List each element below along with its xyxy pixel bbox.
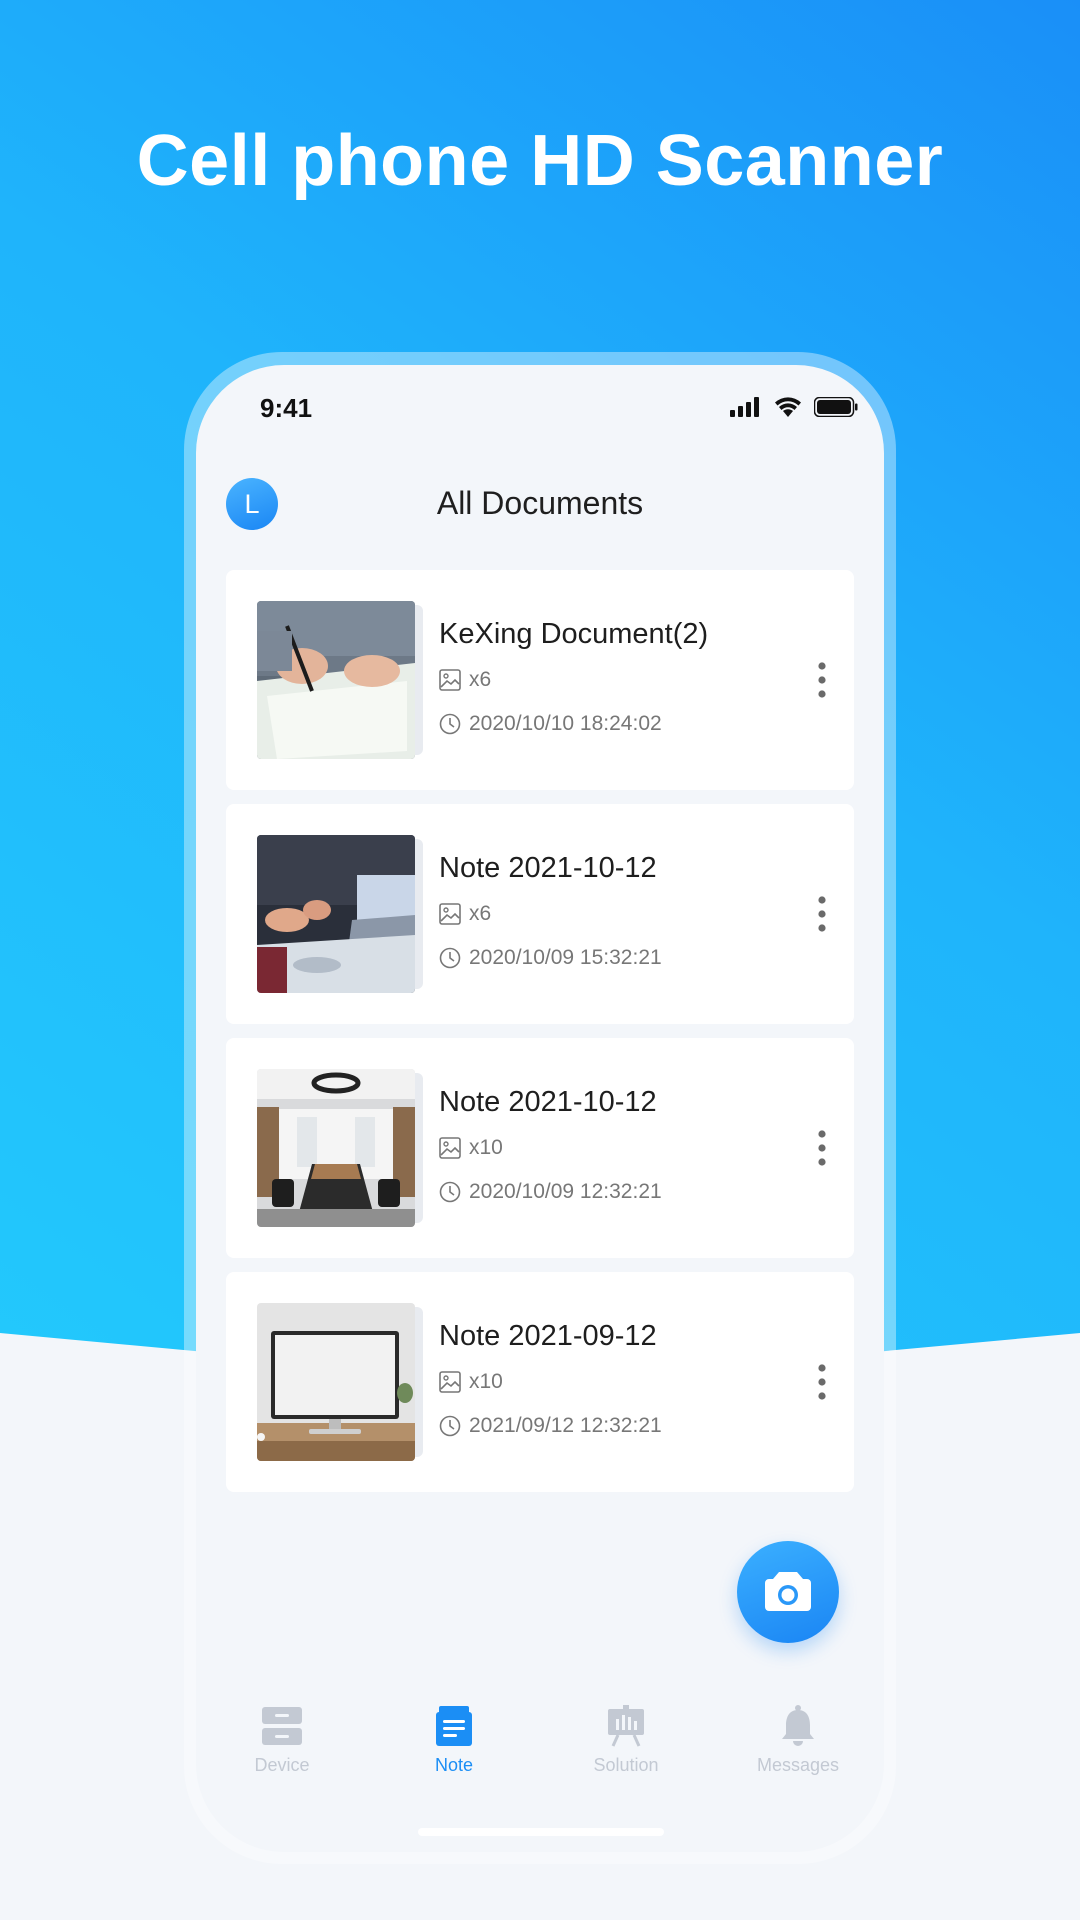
more-options-icon[interactable] — [812, 661, 832, 699]
document-date: 2020/10/10 18:24:02 — [439, 712, 662, 736]
document-title: Note 2021-10-12 — [439, 1086, 657, 1118]
document-date-text: 2021/09/12 12:32:21 — [469, 1414, 662, 1437]
document-thumbnail — [257, 601, 423, 759]
document-thumbnail — [257, 1303, 423, 1461]
tab-label: Device — [254, 1755, 310, 1775]
document-date-text: 2020/10/09 15:32:21 — [469, 946, 662, 969]
page-count-text: x6 — [469, 902, 492, 925]
signal-icon — [730, 397, 759, 417]
solution-icon — [608, 1705, 644, 1747]
tab-label: Solution — [593, 1755, 659, 1775]
document-thumbnail — [257, 1069, 423, 1227]
clock-icon — [439, 1415, 461, 1437]
page-count-text: x6 — [469, 668, 492, 691]
page-count-text: x10 — [469, 1136, 503, 1159]
image-icon — [439, 669, 461, 691]
document-card[interactable]: Note 2021-09-12 x10 2021/09/12 12:32:21 — [226, 1272, 854, 1492]
desktop-monitor-photo — [257, 1303, 415, 1461]
document-card[interactable]: KeXing Document(2) x6 2020/10/10 18:24:0… — [226, 570, 854, 790]
camera-icon — [765, 1572, 811, 1611]
document-date-text: 2020/10/10 18:24:02 — [469, 712, 662, 735]
document-title: Note 2021-09-12 — [439, 1320, 657, 1352]
page-header: L All Documents — [196, 473, 884, 533]
home-indicator — [418, 1828, 664, 1836]
page-count: x6 — [439, 668, 491, 692]
clock-icon — [439, 947, 461, 969]
more-options-icon[interactable] — [812, 1129, 832, 1167]
image-icon — [439, 1371, 461, 1393]
image-icon — [439, 903, 461, 925]
document-title: Note 2021-10-12 — [439, 852, 657, 884]
document-date: 2020/10/09 12:32:21 — [439, 1180, 662, 1204]
promo-headline: Cell phone HD Scanner — [136, 121, 944, 201]
document-card[interactable]: Note 2021-10-12 x10 2020/10/09 12:32:21 — [226, 1038, 854, 1258]
scan-camera-button[interactable] — [737, 1541, 839, 1643]
image-icon — [439, 1137, 461, 1159]
tab-label: Note — [434, 1755, 474, 1775]
document-card[interactable]: Note 2021-10-12 x6 2020/10/09 15:32:21 — [226, 804, 854, 1024]
clock-icon — [439, 1181, 461, 1203]
document-list: KeXing Document(2) x6 2020/10/10 18:24:0… — [226, 570, 854, 1506]
phone-screen: 9:41 L All Documents KeXing Document(2) … — [196, 365, 884, 1852]
status-icons — [730, 397, 858, 417]
writing-hands-photo — [257, 601, 415, 759]
tab-label: Messages — [756, 1755, 840, 1775]
tab-messages[interactable]: Messages — [712, 1705, 884, 1805]
battery-icon — [814, 397, 858, 417]
document-thumbnail — [257, 835, 423, 993]
status-bar: 9:41 — [196, 365, 884, 445]
clock-icon — [439, 713, 461, 735]
conference-room-photo — [257, 1069, 415, 1227]
tab-solution[interactable]: Solution — [540, 1705, 712, 1805]
wifi-icon — [775, 397, 801, 417]
note-icon — [436, 1706, 472, 1746]
tab-note[interactable]: Note — [368, 1705, 540, 1805]
tab-device[interactable]: Device — [196, 1705, 368, 1805]
page-count: x6 — [439, 902, 491, 926]
more-options-icon[interactable] — [812, 895, 832, 933]
document-title: KeXing Document(2) — [439, 618, 709, 650]
bottom-tab-bar: Device Note Solution Messages — [196, 1705, 884, 1805]
status-time: 9:41 — [260, 393, 313, 423]
page-count: x10 — [439, 1136, 503, 1160]
page-count-text: x10 — [469, 1370, 503, 1393]
device-icon — [262, 1707, 302, 1745]
more-options-icon[interactable] — [812, 1363, 832, 1401]
document-date: 2021/09/12 12:32:21 — [439, 1414, 662, 1438]
document-date-text: 2020/10/09 12:32:21 — [469, 1180, 662, 1203]
page-title: All Documents — [436, 485, 644, 521]
document-date: 2020/10/09 15:32:21 — [439, 946, 662, 970]
page-count: x10 — [439, 1370, 503, 1394]
meeting-laptop-photo — [257, 835, 415, 993]
bell-icon — [782, 1705, 814, 1746]
